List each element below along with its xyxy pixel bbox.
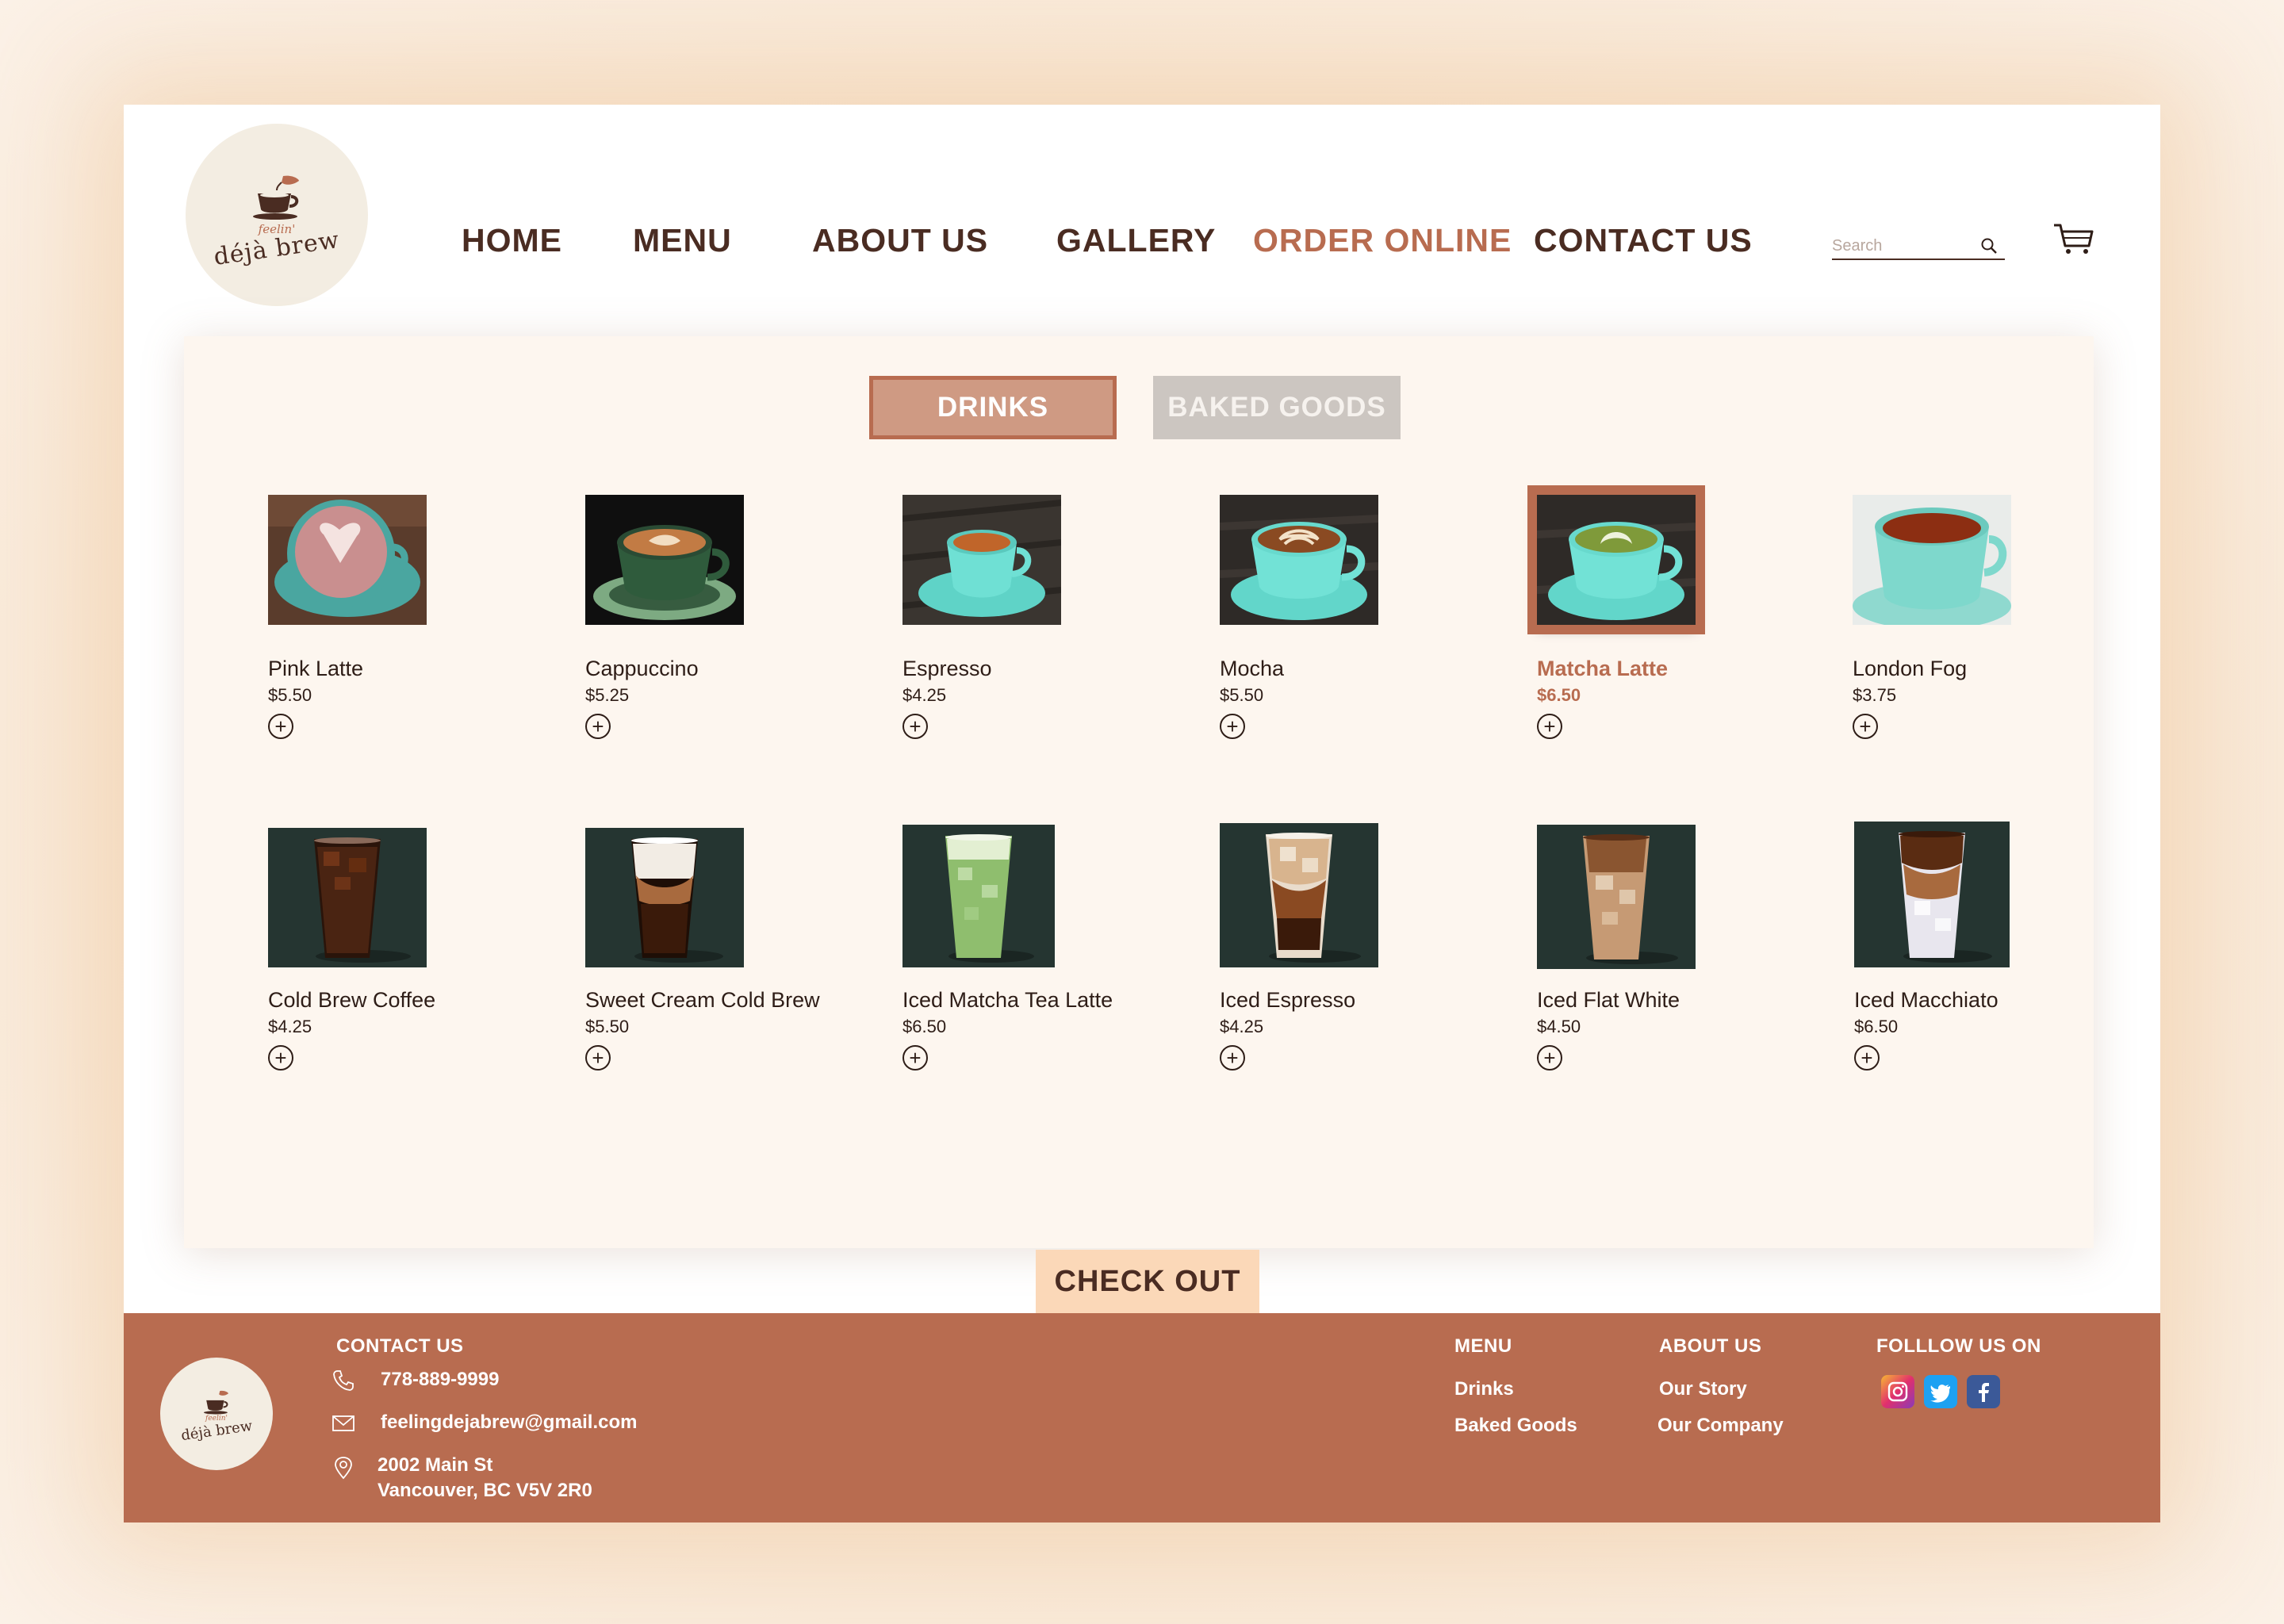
plus-icon: + (1859, 714, 1872, 738)
footer-phone[interactable]: 778-889-9999 (381, 1369, 499, 1391)
footer-follow-heading: FOLLLOW US ON (1876, 1335, 2041, 1357)
item-name: Iced Espresso (1220, 988, 1356, 1012)
add-to-cart-button[interactable]: + (1853, 714, 1878, 739)
add-to-cart-button[interactable]: + (902, 714, 928, 739)
item-price: $5.50 (1220, 685, 1264, 705)
phone-icon (333, 1370, 354, 1391)
item-name: Iced Macchiato (1854, 988, 1998, 1012)
item-name: Matcha Latte (1537, 657, 1669, 680)
plus-icon: + (909, 1046, 922, 1070)
iced-macchiato-photo[interactable] (1854, 822, 2010, 967)
plus-icon: + (1543, 1046, 1556, 1070)
item-name: Espresso (902, 657, 992, 680)
add-to-cart-button[interactable]: + (585, 714, 611, 739)
mail-icon (332, 1415, 354, 1431)
item-name: Mocha (1220, 657, 1285, 680)
london-fog-photo[interactable] (1853, 495, 2011, 625)
sweet-cream-cold-brew-photo[interactable] (585, 828, 744, 967)
iced-matcha-tea-latte-photo[interactable] (902, 825, 1055, 967)
plus-icon: + (909, 714, 922, 738)
plus-icon: + (274, 714, 287, 738)
plus-icon: + (1226, 714, 1239, 738)
matcha-latte-photo[interactable] (1527, 485, 1705, 634)
nav-home[interactable]: HOME (462, 222, 562, 259)
plus-icon: + (592, 714, 604, 738)
item-price: $5.50 (268, 685, 312, 705)
search-icon[interactable] (1979, 236, 1998, 255)
nav-about-us[interactable]: ABOUT US (812, 222, 988, 259)
tab-baked-goods[interactable]: BAKED GOODS (1153, 376, 1401, 439)
search-bar (1832, 225, 2005, 260)
twitter-icon[interactable] (1924, 1375, 1957, 1408)
item-price: $6.50 (902, 1017, 947, 1036)
plus-icon: + (1543, 714, 1556, 738)
espresso-photo[interactable] (902, 495, 1061, 625)
footer-link-drinks[interactable]: Drinks (1454, 1378, 1514, 1400)
nav-contact-us[interactable]: CONTACT US (1534, 222, 1753, 259)
instagram-icon[interactable] (1881, 1375, 1914, 1408)
plus-icon: + (274, 1046, 287, 1070)
footer-email[interactable]: feelingdejabrew@gmail.com (381, 1411, 637, 1434)
footer-address-line2: Vancouver, BC V5V 2R0 (377, 1480, 592, 1501)
checkout-button[interactable]: CHECK OUT (1036, 1250, 1259, 1313)
add-to-cart-button[interactable]: + (1537, 1045, 1562, 1071)
add-to-cart-button[interactable]: + (268, 1045, 293, 1071)
item-price: $4.25 (902, 685, 947, 705)
nav-menu[interactable]: MENU (633, 222, 732, 259)
search-input[interactable] (1832, 235, 1975, 257)
plus-icon: + (592, 1046, 604, 1070)
item-name: London Fog (1853, 657, 1968, 680)
item-price: $3.75 (1853, 685, 1897, 705)
iced-flat-white-photo[interactable] (1537, 825, 1696, 969)
cold-brew-coffee-photo[interactable] (268, 828, 427, 967)
cappuccino-photo[interactable] (585, 495, 744, 625)
item-name: Iced Matcha Tea Latte (902, 988, 1113, 1012)
nav-order-online[interactable]: ORDER ONLINE (1253, 222, 1512, 259)
nav-gallery[interactable]: GALLERY (1056, 222, 1216, 259)
footer: feelin' déjà brew CONTACT US 778-889-999… (124, 1313, 2160, 1522)
footer-link-baked-goods[interactable]: Baked Goods (1454, 1415, 1577, 1437)
item-name: Cold Brew Coffee (268, 988, 436, 1012)
item-price: $6.50 (1854, 1017, 1899, 1036)
footer-address-line1: 2002 Main St (377, 1454, 493, 1476)
item-price: $5.25 (585, 685, 630, 705)
footer-contact-heading: CONTACT US (336, 1335, 464, 1357)
plus-icon: + (1861, 1046, 1873, 1070)
facebook-icon[interactable] (1967, 1375, 2000, 1408)
coffee-cup-icon (253, 175, 299, 220)
add-to-cart-button[interactable]: + (1854, 1045, 1880, 1071)
item-name: Iced Flat White (1537, 988, 1680, 1012)
item-name: Pink Latte (268, 657, 364, 680)
item-name: Sweet Cream Cold Brew (585, 988, 820, 1012)
site-logo[interactable]: feelin' déjà brew (186, 124, 368, 306)
footer-link-our-company[interactable]: Our Company (1657, 1415, 1784, 1437)
item-price: $5.50 (585, 1017, 630, 1036)
cart-icon[interactable] (2052, 222, 2095, 255)
add-to-cart-button[interactable]: + (902, 1045, 928, 1071)
plus-icon: + (1226, 1046, 1239, 1070)
location-pin-icon (335, 1457, 352, 1480)
tab-drinks[interactable]: DRINKS (869, 376, 1117, 439)
mocha-photo[interactable] (1220, 495, 1378, 625)
item-price: $6.50 (1537, 685, 1581, 705)
menu-panel: DRINKS BAKED GOODS Pink Latte $5.50 + Ca… (184, 336, 2094, 1313)
item-price: $4.50 (1537, 1017, 1581, 1036)
add-to-cart-button[interactable]: + (268, 714, 293, 739)
page-frame: feelin' déjà brew HOME MENU ABOUT US GAL… (124, 105, 2160, 1522)
add-to-cart-button[interactable]: + (585, 1045, 611, 1071)
iced-espresso-photo[interactable] (1220, 823, 1378, 967)
footer-link-our-story[interactable]: Our Story (1659, 1378, 1747, 1400)
coffee-cup-icon (204, 1390, 228, 1414)
item-price: $4.25 (268, 1017, 312, 1036)
pink-latte-photo[interactable] (268, 495, 427, 625)
footer-logo[interactable]: feelin' déjà brew (160, 1358, 273, 1470)
add-to-cart-button[interactable]: + (1220, 1045, 1245, 1071)
footer-menu-heading: MENU (1454, 1335, 1512, 1357)
add-to-cart-button[interactable]: + (1220, 714, 1245, 739)
item-name: Cappuccino (585, 657, 699, 680)
add-to-cart-button[interactable]: + (1537, 714, 1562, 739)
footer-about-heading: ABOUT US (1659, 1335, 1762, 1357)
item-price: $4.25 (1220, 1017, 1264, 1036)
